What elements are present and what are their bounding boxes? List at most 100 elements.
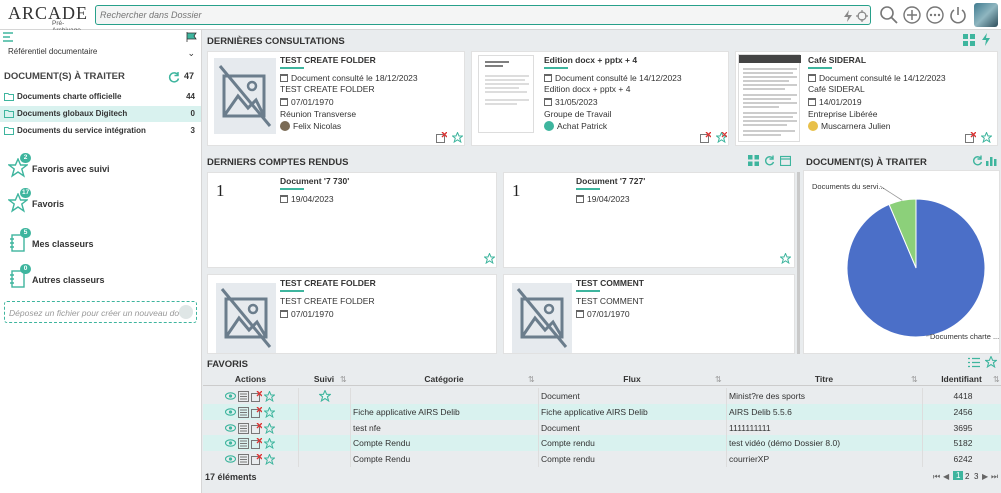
grid-view-icon[interactable] xyxy=(748,155,759,166)
view-icon[interactable] xyxy=(225,391,236,401)
pie-slice[interactable] xyxy=(846,198,986,338)
bolt-icon[interactable] xyxy=(842,10,854,22)
page-2[interactable]: 2 xyxy=(965,472,969,481)
add-file-icon[interactable] xyxy=(179,305,193,319)
remove-from-list-icon[interactable] xyxy=(251,454,262,466)
remove-from-list-icon[interactable] xyxy=(251,422,262,434)
table-row[interactable]: test nfe Document 1111111111 3695 xyxy=(203,419,1001,436)
last-page-icon[interactable]: ⏭ xyxy=(991,472,998,482)
card-title: Document '7 727' xyxy=(576,176,646,186)
consultation-card[interactable]: TEST CREATE FOLDER Document consulté le … xyxy=(207,51,465,146)
favorite-star-icon[interactable] xyxy=(780,253,791,264)
sort-icon[interactable]: ⇅ xyxy=(911,375,918,384)
search-input[interactable] xyxy=(96,6,796,24)
sidebar-item-favorites[interactable]: 17 Favoris xyxy=(6,188,196,215)
bar-chart-icon[interactable] xyxy=(986,155,997,166)
add-icon[interactable] xyxy=(902,5,922,25)
doc-folder-item[interactable]: Documents charte officielle 44 xyxy=(0,89,201,105)
details-icon[interactable] xyxy=(238,454,249,466)
table-row[interactable]: Fiche applicative AIRS Delib Fiche applic… xyxy=(203,403,1001,420)
sidebar-item-favorites-followed[interactable]: 2 Favoris avec suivi xyxy=(6,153,196,180)
doc-folder-item[interactable]: Documents du service intégration 3 xyxy=(0,123,201,139)
star-icon[interactable] xyxy=(985,356,997,368)
table-row[interactable]: Document Minist?re des sports 4418 xyxy=(203,388,1001,404)
reports-scrollbar[interactable] xyxy=(797,172,800,354)
favorite-remove-star-icon[interactable] xyxy=(716,132,727,143)
card-user: Muscarnera Julien xyxy=(821,121,891,131)
sidebar-item-other-binders[interactable]: 0 Autres classeurs xyxy=(6,264,196,291)
grid-view-icon[interactable] xyxy=(963,34,975,46)
report-card[interactable]: TEST COMMENT TEST COMMENT 07/01/1970 xyxy=(503,274,795,354)
first-page-icon[interactable]: ⏮ xyxy=(933,472,940,482)
doc-folder-count: 44 xyxy=(186,92,195,101)
sort-icon[interactable]: ⇅ xyxy=(993,375,1000,384)
remove-from-list-icon[interactable] xyxy=(251,438,262,450)
favorite-star-icon[interactable] xyxy=(264,406,275,418)
search-icon[interactable] xyxy=(879,5,899,25)
details-icon[interactable] xyxy=(238,422,249,434)
table-row[interactable]: Compte Rendu Compte rendu courrierXP 6242 xyxy=(203,451,1001,468)
favorite-star-icon[interactable] xyxy=(484,253,495,264)
doc-folder-item[interactable]: Documents globaux Digitech 0 xyxy=(0,106,201,122)
sort-icon[interactable]: ⇅ xyxy=(528,375,535,384)
consultation-card[interactable]: Café SIDERAL Document consulté le 14/12/… xyxy=(735,51,998,146)
flag-icon[interactable] xyxy=(186,32,198,42)
consultation-card[interactable]: Edition docx + pptx + 4 Document consult… xyxy=(471,51,729,146)
report-card[interactable]: TEST CREATE FOLDER TEST CREATE FOLDER 07… xyxy=(207,274,497,354)
view-icon[interactable] xyxy=(225,423,236,433)
calendar-icon[interactable] xyxy=(780,155,791,166)
favorite-star-icon[interactable] xyxy=(264,422,275,434)
col-flux[interactable]: Flux xyxy=(538,372,726,386)
remove-from-list-icon[interactable] xyxy=(251,406,262,418)
file-dropzone[interactable]: Déposez un fichier pour créer un nouveau… xyxy=(4,301,197,323)
table-row[interactable]: Compte Rendu Compte rendu test vidéo (démo… xyxy=(203,435,1001,452)
sort-icon[interactable]: ⇅ xyxy=(340,375,347,384)
details-icon[interactable] xyxy=(238,438,249,450)
remove-from-list-icon[interactable] xyxy=(965,132,976,143)
col-categorie[interactable]: Catégorie xyxy=(350,372,538,386)
cell-identifiant: 3695 xyxy=(922,419,1001,436)
report-card[interactable]: 1 Document '7 727' 19/04/2023 xyxy=(503,172,795,268)
app-logo[interactable]: ARCADE Pré-Archivage xyxy=(8,3,92,34)
card-user-line: Muscarnera Julien xyxy=(808,121,890,131)
user-avatar[interactable] xyxy=(974,3,998,27)
card-title: TEST COMMENT xyxy=(576,278,644,288)
favorite-star-icon[interactable] xyxy=(981,132,992,143)
favorite-star-icon[interactable] xyxy=(264,454,275,466)
view-icon[interactable] xyxy=(225,407,236,417)
favorite-star-icon[interactable] xyxy=(264,391,275,402)
refresh-icon[interactable] xyxy=(972,155,983,166)
favorite-star-icon[interactable] xyxy=(452,132,463,143)
col-titre[interactable]: Titre xyxy=(726,372,922,386)
remove-from-list-icon[interactable] xyxy=(251,391,262,402)
page-3[interactable]: 3 xyxy=(974,472,978,481)
remove-from-list-icon[interactable] xyxy=(700,132,711,143)
refresh-icon[interactable] xyxy=(764,155,775,166)
page-1[interactable]: 1 xyxy=(953,471,964,480)
sidebar-item-my-binders[interactable]: 5 Mes classeurs xyxy=(6,228,196,255)
favorite-star-icon[interactable] xyxy=(264,438,275,450)
prev-page-icon[interactable]: ◀ xyxy=(943,472,949,481)
crosshair-icon[interactable] xyxy=(856,10,868,22)
power-icon[interactable] xyxy=(948,5,968,25)
cell-titre: Minist?re des sports xyxy=(726,388,922,404)
col-identifiant[interactable]: Identifiant xyxy=(922,372,1001,386)
view-icon[interactable] xyxy=(225,438,236,448)
remove-from-list-icon[interactable] xyxy=(436,132,447,143)
search-box[interactable] xyxy=(95,5,871,25)
details-icon[interactable] xyxy=(238,391,249,402)
bolt-icon[interactable] xyxy=(981,33,991,46)
referential-select[interactable]: Référentiel documentaire ⌄ xyxy=(4,47,198,62)
refresh-icon[interactable] xyxy=(168,71,180,83)
card-date-line: 31/05/2023 xyxy=(544,97,598,107)
card-consulted-line: Document consulté le 14/12/2023 xyxy=(544,73,682,83)
view-icon[interactable] xyxy=(225,454,236,464)
follow-star-icon[interactable] xyxy=(319,390,331,402)
sort-icon[interactable]: ⇅ xyxy=(715,375,722,384)
report-card[interactable]: 1 Document '7 730' 19/04/2023 xyxy=(207,172,497,268)
next-page-icon[interactable]: ▶ xyxy=(982,472,988,481)
menu-icon[interactable] xyxy=(3,32,13,42)
more-icon[interactable] xyxy=(925,5,945,25)
list-view-icon[interactable] xyxy=(968,357,980,368)
details-icon[interactable] xyxy=(238,406,249,418)
